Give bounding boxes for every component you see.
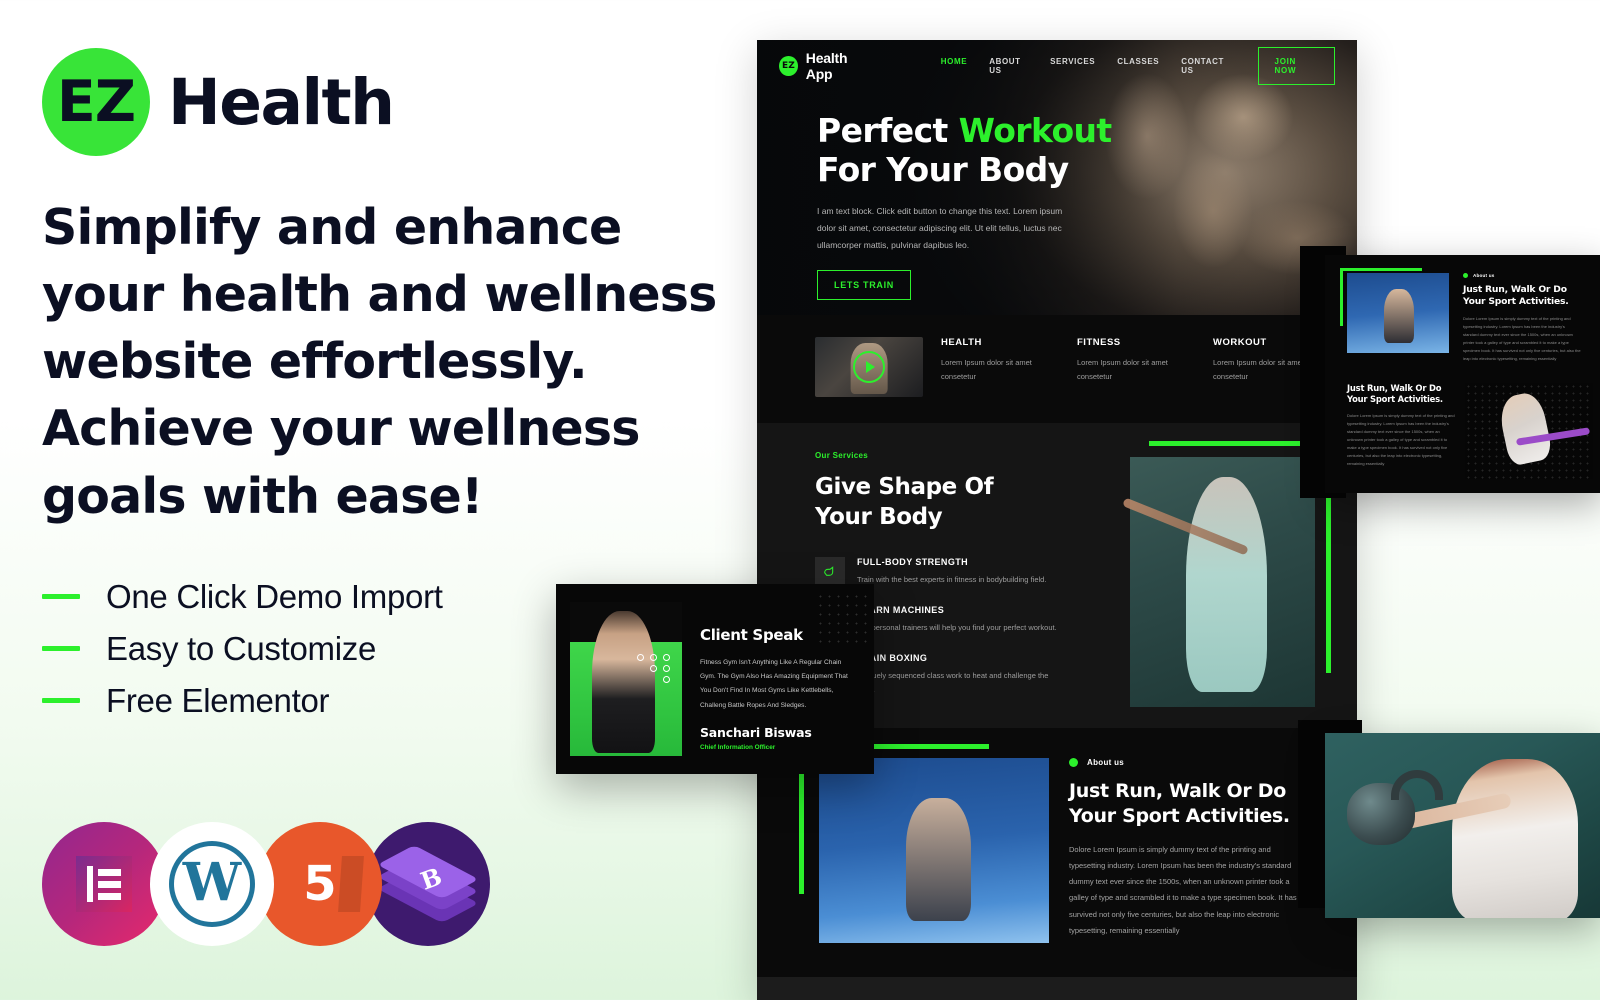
lets-train-button[interactable]: LETS TRAIN bbox=[817, 270, 911, 301]
services-heading: Give Shape Of Your Body bbox=[815, 474, 994, 531]
elementor-glyph bbox=[76, 856, 132, 912]
hero-title-part2: For Your Body bbox=[817, 149, 1069, 189]
feature-label: One Click Demo Import bbox=[106, 577, 443, 615]
feature-text: Lorem Ipsum dolor sit amet consetetur bbox=[1077, 358, 1168, 382]
testimonial-photo bbox=[570, 602, 682, 756]
dash-icon bbox=[42, 646, 80, 652]
feature-column-health: HEALTH Lorem Ipsum dolor sit amet conset… bbox=[941, 337, 1059, 385]
feature-title: HEALTH bbox=[941, 337, 982, 348]
card-about-heading: Just Run, Walk Or Do Your Sport Activiti… bbox=[1463, 284, 1569, 308]
logo-mark-icon: EZ bbox=[779, 56, 798, 76]
mockup-navbar: EZ Health App HOME ABOUT US SERVICES CLA… bbox=[757, 40, 1357, 92]
floating-card-about: About us Just Run, Walk Or Do Your Sport… bbox=[1325, 255, 1600, 493]
list-item: FULL-BODY STRENGTH Train with the best e… bbox=[815, 556, 1065, 587]
hero-title-part1: Perfect bbox=[817, 111, 959, 150]
feature-title: FITNESS bbox=[1077, 337, 1121, 348]
card-about-tag-label: About us bbox=[1473, 273, 1495, 278]
service-text: Uniquely sequenced class work to heat an… bbox=[857, 671, 1049, 694]
nav-item-contact-us[interactable]: CONTACT US bbox=[1181, 57, 1229, 75]
dot-icon bbox=[1463, 273, 1468, 278]
logo-mark-text: EZ bbox=[56, 69, 136, 135]
nav-item-home[interactable]: HOME bbox=[941, 57, 967, 75]
hero-title: Perfect Workout For Your Body bbox=[817, 111, 1147, 189]
feature-text: Lorem Ipsum dolor sit amet consetetur bbox=[941, 358, 1032, 382]
card-about-bottom-paragraph: Dolore Lorem Ipsum is simply dummy text … bbox=[1347, 412, 1455, 466]
mockup-nav-links: HOME ABOUT US SERVICES CLASSES CONTACT U… bbox=[941, 57, 1230, 75]
mockup-next-section bbox=[757, 976, 1357, 1000]
service-title: FULL-BODY STRENGTH bbox=[857, 556, 969, 567]
page-headline: Simplify and enhance your health and wel… bbox=[42, 199, 717, 525]
floating-card-kettlebell-photo bbox=[1325, 733, 1600, 918]
mockup-brand-name: Health App bbox=[805, 50, 848, 82]
card-about-bottom-text: Just Run, Walk Or Do Your Sport Activiti… bbox=[1347, 383, 1455, 479]
feature-label: Easy to Customize bbox=[106, 629, 377, 667]
dot-icon bbox=[1069, 757, 1078, 767]
tech-badge-row: W 5 B bbox=[42, 822, 490, 946]
about-paragraph: Dolore Lorem Ipsum is simply dummy text … bbox=[1069, 845, 1297, 935]
html5-icon: 5 bbox=[258, 822, 382, 946]
join-now-button[interactable]: JOIN NOW bbox=[1257, 47, 1335, 85]
muscle-icon bbox=[815, 556, 845, 587]
about-tag-label: About us bbox=[1087, 757, 1125, 767]
mockup-logo[interactable]: EZ Health App bbox=[779, 50, 873, 82]
service-title: LEARN MACHINES bbox=[857, 604, 945, 615]
nav-item-classes[interactable]: CLASSES bbox=[1117, 57, 1159, 75]
testimonial-quote: Fitness Gym Isn't Anything Like A Regula… bbox=[700, 659, 848, 709]
feature-label: Free Elementor bbox=[106, 681, 330, 719]
feature-column-fitness: FITNESS Lorem Ipsum dolor sit amet conse… bbox=[1077, 337, 1195, 385]
about-heading: Just Run, Walk Or Do Your Sport Activiti… bbox=[1069, 779, 1290, 828]
service-text: Our personal trainers will help you find… bbox=[857, 622, 1057, 632]
elementor-icon bbox=[42, 822, 166, 946]
card-about-paragraph: Dolore Lorem Ipsum is simply dummy text … bbox=[1463, 315, 1581, 361]
nav-item-about-us[interactable]: ABOUT US bbox=[989, 57, 1028, 75]
service-text: Train with the best experts in fitness i… bbox=[857, 574, 1047, 584]
card-about-text: About us Just Run, Walk Or Do Your Sport… bbox=[1463, 273, 1581, 363]
floating-card-testimonial: Client Speak Fitness Gym Isn't Anything … bbox=[556, 584, 874, 774]
card-about-tag: About us bbox=[1463, 273, 1581, 278]
dash-icon bbox=[42, 698, 80, 704]
html5-glyph: 5 bbox=[303, 856, 337, 912]
accent-border bbox=[1340, 268, 1422, 326]
wordpress-glyph: W bbox=[182, 851, 242, 913]
about-tag: About us bbox=[1069, 757, 1309, 767]
card-about-bottom-heading: Just Run, Walk Or Do Your Sport Activiti… bbox=[1347, 382, 1443, 405]
bootstrap-icon: B bbox=[366, 822, 490, 946]
card-about-runner-photo bbox=[1465, 382, 1593, 479]
mockup-hero-section: EZ Health App HOME ABOUT US SERVICES CLA… bbox=[757, 40, 1357, 315]
testimonial-author: Sanchari Biswas bbox=[700, 724, 812, 740]
services-photo bbox=[1130, 457, 1315, 707]
card-about-top: About us Just Run, Walk Or Do Your Sport… bbox=[1325, 255, 1600, 363]
about-photo bbox=[799, 743, 1049, 943]
dots-decoration-icon bbox=[637, 654, 672, 683]
hero-content: Perfect Workout For Your Body I am text … bbox=[817, 111, 1147, 301]
grid-decoration-icon bbox=[816, 592, 868, 644]
website-mockup-main: EZ Health App HOME ABOUT US SERVICES CLA… bbox=[757, 40, 1357, 1000]
mockup-feature-row: HEALTH Lorem Ipsum dolor sit amet conset… bbox=[757, 315, 1357, 423]
nav-item-services[interactable]: SERVICES bbox=[1050, 57, 1095, 75]
dash-icon bbox=[42, 594, 80, 600]
about-content: About us Just Run, Walk Or Do Your Sport… bbox=[1069, 757, 1309, 943]
play-icon[interactable] bbox=[853, 351, 885, 383]
hero-paragraph: I am text block. Click edit button to ch… bbox=[817, 206, 1063, 251]
hero-title-accent: Workout bbox=[958, 111, 1113, 150]
service-title: TRAIN BOXING bbox=[857, 653, 928, 664]
testimonial-role: Chief Information Officer bbox=[700, 743, 776, 751]
logo-brand-name: Health bbox=[168, 65, 395, 139]
testimonial-content: Client Speak Fitness Gym Isn't Anything … bbox=[682, 584, 874, 774]
logo-circle-mark: EZ bbox=[42, 48, 150, 156]
video-thumbnail[interactable] bbox=[815, 337, 923, 397]
card-about-photo bbox=[1340, 268, 1449, 353]
brand-logo: EZ Health bbox=[42, 42, 760, 162]
card-about-bottom: Just Run, Walk Or Do Your Sport Activiti… bbox=[1325, 363, 1600, 479]
wordpress-icon: W bbox=[150, 822, 274, 946]
